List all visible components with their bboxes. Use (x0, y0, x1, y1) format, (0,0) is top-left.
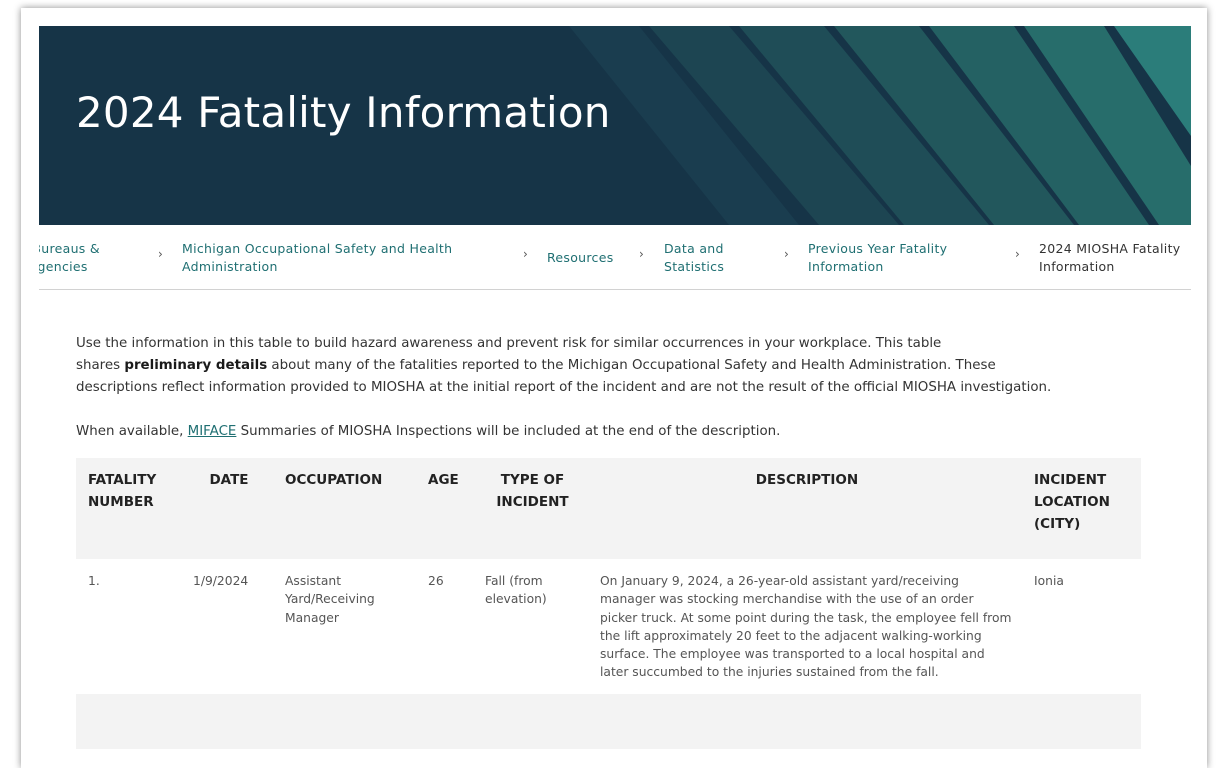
intro-line-end: about many of the fatalities reported to… (267, 358, 996, 373)
availability-text-end: Summaries of MIOSHA Inspections will be … (236, 424, 781, 439)
table-header-row: FATALITY NUMBER DATE OCCUPATION AGE TYPE… (76, 458, 1141, 559)
header-age: AGE (428, 472, 459, 488)
breadcrumb-item-current: 2024 MIOSHA Fatality Information (1039, 240, 1180, 276)
breadcrumb-item-line: Information (808, 259, 884, 274)
chevron-right-icon: › (158, 247, 163, 261)
cell-age: 26 (428, 574, 444, 588)
breadcrumb-item-line: Information (1039, 259, 1115, 274)
chevron-right-icon: › (523, 247, 528, 261)
header-incident-location: INCIDENT LOCATION (CITY) (1034, 472, 1110, 532)
breadcrumb-item-line: Data and (664, 241, 724, 256)
breadcrumb-item-line: \gencies (39, 259, 88, 274)
breadcrumb-item-line: Michigan Occupational Safety and Health (182, 241, 453, 256)
availability-note: When available, MIFACE Summaries of MIOS… (76, 421, 1156, 443)
breadcrumb-item-line: 3ureaus & (39, 241, 100, 256)
availability-text-start: When available, (76, 424, 188, 439)
cell-occupation: Assistant Yard/Receiving Manager (285, 574, 375, 625)
header-fatality-number: FATALITY NUMBER (88, 472, 157, 510)
intro-line: descriptions reflect information provide… (76, 380, 1052, 395)
breadcrumb: 3ureaus & \gencies › Michigan Occupation… (39, 225, 1191, 290)
cell-fatality-number: 1. (88, 574, 100, 588)
breadcrumb-item-data-statistics[interactable]: Data and Statistics (664, 240, 724, 276)
chevron-right-icon: › (639, 247, 644, 261)
breadcrumb-item-line: Resources (547, 250, 614, 265)
cell-date: 1/9/2024 (193, 574, 249, 588)
cell-empty (181, 693, 273, 749)
breadcrumb-item-miosha[interactable]: Michigan Occupational Safety and Health … (182, 240, 452, 276)
intro-line: Use the information in this table to bui… (76, 336, 942, 351)
breadcrumb-item-line: Administration (182, 259, 278, 274)
cell-type-of-incident: Fall (from elevation) (485, 574, 547, 607)
intro-paragraph: Use the information in this table to bui… (76, 333, 1156, 399)
cell-empty (588, 693, 1022, 749)
cell-empty (473, 693, 588, 749)
header-occupation: OCCUPATION (285, 472, 383, 488)
main-content: Use the information in this table to bui… (76, 333, 1156, 443)
cell-incident-location: Ionia (1034, 574, 1064, 588)
breadcrumb-item-line: Previous Year Fatality (808, 241, 948, 256)
table-row: 1. 1/9/2024 Assistant Yard/Receiving Man… (76, 559, 1141, 694)
header-description: DESCRIPTION (755, 472, 859, 488)
breadcrumb-item-line: Statistics (664, 259, 725, 274)
page-frame: 2024 Fatality Information 3ureaus & \gen… (21, 8, 1207, 768)
intro-line-start: shares (76, 358, 125, 373)
cell-empty (273, 693, 416, 749)
preliminary-details-emphasis: preliminary details (124, 358, 268, 373)
cell-empty (1022, 693, 1141, 749)
breadcrumb-item-previous-year[interactable]: Previous Year Fatality Information (808, 240, 947, 276)
breadcrumb-item-bureaus[interactable]: 3ureaus & \gencies (39, 240, 100, 276)
breadcrumb-item-line: 2024 MIOSHA Fatality (1039, 241, 1181, 256)
hero-banner: 2024 Fatality Information (39, 26, 1191, 225)
chevron-right-icon: › (784, 247, 789, 261)
cell-empty (416, 693, 473, 749)
chevron-right-icon: › (1015, 247, 1020, 261)
header-type-of-incident: TYPE OF INCIDENT (496, 472, 569, 510)
cell-empty (76, 693, 181, 749)
cell-description: On January 9, 2024, a 26-year-old assist… (600, 574, 1012, 680)
page-title: 2024 Fatality Information (76, 88, 611, 137)
breadcrumb-item-resources[interactable]: Resources (547, 249, 614, 267)
fatality-table: FATALITY NUMBER DATE OCCUPATION AGE TYPE… (76, 458, 1141, 749)
header-date: DATE (209, 472, 249, 488)
table-row-cutoff (76, 693, 1141, 749)
miface-link[interactable]: MIFACE (188, 424, 237, 439)
